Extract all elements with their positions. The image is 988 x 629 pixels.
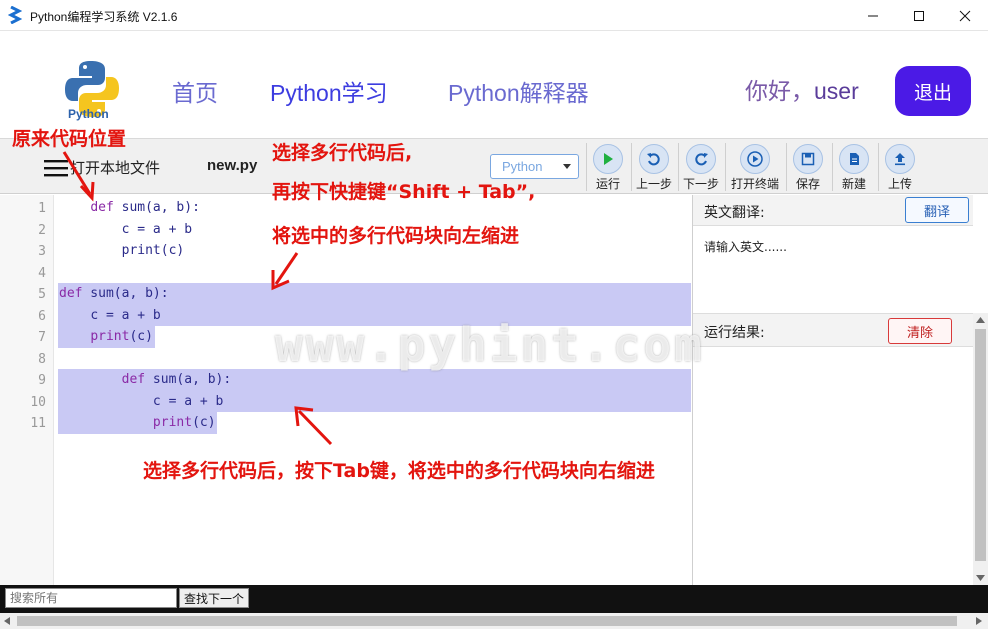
translate-button[interactable]: 翻译 [905, 197, 969, 223]
code-keyword: print [90, 329, 130, 344]
redo-icon [686, 144, 716, 174]
undo-button[interactable]: 上一步 [630, 141, 678, 193]
nav-home[interactable]: 首页 [172, 74, 218, 108]
line-number: 11 [30, 416, 46, 431]
upload-button[interactable]: 上传 [876, 141, 924, 193]
translate-header: 英文翻译: 翻译 [693, 195, 973, 226]
scroll-left-icon[interactable] [4, 617, 10, 625]
horizontal-scrollbar[interactable] [0, 613, 988, 629]
annotation-shift-tab-line2: 再按下快捷键“Shift + Tab”, [272, 181, 536, 203]
code-keyword: print [152, 415, 193, 430]
scroll-right-icon[interactable] [976, 617, 982, 625]
menu-icon[interactable] [44, 159, 68, 177]
maximize-icon [914, 10, 924, 21]
minimize-icon [868, 15, 878, 16]
find-next-button[interactable]: 查找下一个 [179, 588, 249, 608]
nav-python-learning[interactable]: Python学习 [270, 74, 388, 108]
line-number: 6 [38, 308, 46, 324]
result-scrollbar-thumb[interactable] [975, 329, 986, 561]
annotation-tab: 选择多行代码后，按下Tab键，将选中的多行代码块向右缩进 [143, 460, 655, 482]
code-line[interactable]: print(c) [59, 240, 185, 262]
translate-label: 英文翻译: [704, 205, 765, 221]
result-scrollbar[interactable] [973, 313, 988, 585]
play-icon [593, 144, 623, 174]
line-number: 2 [38, 222, 46, 238]
current-filename: new.py [207, 157, 258, 174]
save-button[interactable]: 保存 [784, 141, 832, 193]
code-keyword: def [90, 200, 114, 215]
close-button[interactable] [942, 0, 988, 31]
horizontal-scrollbar-thumb[interactable] [17, 616, 957, 626]
annotation-original-position: 原来代码位置 [12, 128, 127, 150]
line-number: 3 [38, 244, 46, 259]
code-keyword: def [121, 372, 146, 387]
undo-icon [639, 144, 669, 174]
app-logo-icon [8, 6, 22, 24]
open-terminal-button[interactable]: 打开终端 [731, 141, 779, 193]
annotation-shift-tab-line1: 选择多行代码后, [272, 142, 413, 164]
logout-button[interactable]: 退出 [895, 66, 971, 116]
redo-button[interactable]: 下一步 [677, 141, 725, 193]
minimize-button[interactable] [850, 0, 896, 31]
title-bar: Python编程学习系统 V2.1.6 [0, 0, 988, 31]
code-line[interactable]: print(c) [59, 412, 216, 434]
save-label: 保存 [795, 177, 820, 191]
clear-button[interactable]: 清除 [888, 318, 952, 344]
open-terminal-label: 打开终端 [731, 177, 780, 191]
run-button[interactable]: 运行 [584, 141, 632, 193]
code-line[interactable]: def sum(a, b): [59, 197, 200, 219]
watermark: www.pyhint.com [275, 318, 705, 372]
nav-python-interpreter[interactable]: Python解释器 [448, 74, 589, 108]
close-icon [959, 10, 971, 21]
code-line[interactable]: c = a + b [59, 391, 223, 413]
logo-label: Python [68, 107, 109, 121]
line-number: 1 [38, 201, 46, 216]
open-local-file-button[interactable]: 打开本地文件 [70, 157, 160, 178]
line-number: 5 [38, 287, 46, 302]
line-number: 7 [38, 330, 46, 345]
username: user [814, 78, 859, 104]
result-header: 运行结果: 清除 [693, 313, 973, 347]
undo-label: 上一步 [635, 177, 672, 191]
translate-input[interactable]: 请输入英文...... [704, 238, 787, 255]
search-bar: 查找下一个 [0, 585, 988, 613]
scroll-up-icon[interactable] [976, 317, 985, 323]
toolbar-separator [725, 143, 726, 191]
header: Python 首页 Python学习 Python解释器 你好，user 退出 [0, 31, 988, 138]
scroll-down-icon[interactable] [976, 575, 985, 581]
code-line[interactable]: c = a + b [59, 219, 192, 241]
line-number: 8 [38, 351, 46, 367]
code-editor[interactable]: 1 2 3 4 5 6 7 8 9 10 11 def sum(a, b): c = a + b p… [0, 195, 691, 585]
result-label: 运行结果: [704, 325, 765, 341]
code-line[interactable]: c = a + b [59, 305, 160, 327]
new-file-label: 新建 [841, 177, 866, 191]
code-line[interactable]: def sum(a, b): [59, 283, 169, 305]
code-line[interactable]: print(c) [59, 326, 153, 348]
terminal-icon [740, 144, 770, 174]
annotation-shift-tab-line3: 将选中的多行代码块向左缩进 [272, 225, 520, 247]
upload-label: 上传 [887, 177, 912, 191]
line-number: 10 [30, 394, 46, 410]
window-title: Python编程学习系统 V2.1.6 [30, 10, 178, 24]
greeting: 你好，user [745, 72, 859, 106]
greeting-text: 你好， [745, 78, 814, 104]
search-input[interactable] [5, 588, 177, 608]
language-select-value: Python [502, 159, 543, 174]
save-icon [793, 144, 823, 174]
code-keyword: def [59, 286, 83, 301]
run-label: 运行 [595, 177, 620, 191]
maximize-button[interactable] [896, 0, 942, 31]
line-number: 4 [38, 265, 46, 281]
upload-icon [885, 144, 915, 174]
chevron-down-icon [563, 164, 571, 169]
side-panel: 英文翻译: 翻译 请输入英文...... 运行结果: 清除 [692, 195, 988, 585]
language-select[interactable]: Python [490, 154, 579, 179]
new-file-icon [839, 144, 869, 174]
line-number: 9 [38, 373, 46, 388]
redo-label: 下一步 [682, 177, 719, 191]
new-file-button[interactable]: 新建 [830, 141, 878, 193]
code-line[interactable]: def sum(a, b): [59, 369, 232, 391]
